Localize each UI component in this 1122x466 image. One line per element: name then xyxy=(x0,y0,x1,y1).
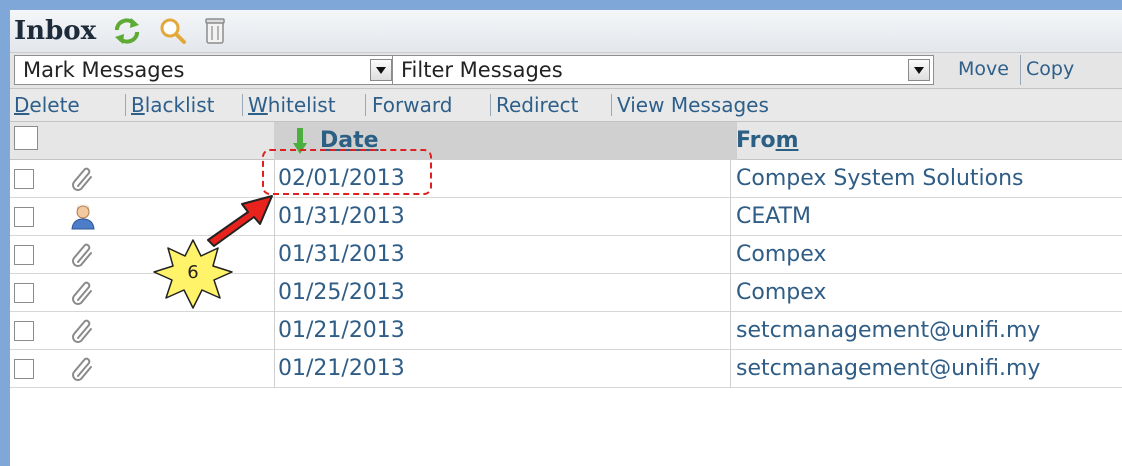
divider xyxy=(611,94,612,116)
copy-link[interactable]: Copy xyxy=(1026,57,1074,81)
divider xyxy=(365,94,366,116)
forward-link[interactable]: Forward xyxy=(372,89,452,121)
divider xyxy=(1020,55,1021,85)
refresh-icon[interactable] xyxy=(112,17,142,49)
row-checkbox[interactable] xyxy=(14,245,34,265)
chevron-down-icon[interactable] xyxy=(908,59,930,81)
filter-messages-value: Filter Messages xyxy=(401,58,563,82)
message-date[interactable]: 01/21/2013 xyxy=(278,312,405,350)
message-sender[interactable]: Compex xyxy=(736,236,826,274)
column-divider xyxy=(730,160,731,198)
step-number: 6 xyxy=(187,262,199,283)
row-checkbox[interactable] xyxy=(14,207,34,227)
column-divider xyxy=(274,350,275,388)
table-row[interactable]: 01/21/2013 setcmanagement@unifi.my xyxy=(10,350,1122,388)
move-link[interactable]: Move xyxy=(958,57,1009,81)
contact-icon xyxy=(70,204,96,230)
divider xyxy=(125,94,126,116)
search-icon[interactable] xyxy=(158,17,188,49)
trash-icon[interactable] xyxy=(204,17,226,49)
message-date[interactable]: 01/31/2013 xyxy=(278,236,405,274)
mark-messages-value: Mark Messages xyxy=(23,58,185,82)
highlight-box xyxy=(262,149,432,195)
column-divider xyxy=(730,274,731,312)
select-toolbar: Mark Messages Filter Messages Move Copy xyxy=(10,53,1122,89)
message-date[interactable]: 01/25/2013 xyxy=(278,274,405,312)
action-toolbar: Delete Blacklist Whitelist Forward Redir… xyxy=(10,89,1122,122)
message-sender[interactable]: Compex System Solutions xyxy=(736,160,1024,198)
row-checkbox[interactable] xyxy=(14,283,34,303)
table-row[interactable]: 02/01/2013 Compex System Solutions xyxy=(10,160,1122,198)
paperclip-icon xyxy=(70,280,96,306)
message-sender[interactable]: CEATM xyxy=(736,198,811,236)
chevron-down-icon[interactable] xyxy=(370,59,392,81)
message-date[interactable]: 01/21/2013 xyxy=(278,350,405,388)
whitelist-link[interactable]: Whitelist xyxy=(248,89,336,121)
divider xyxy=(242,94,243,116)
row-checkbox[interactable] xyxy=(14,169,34,189)
column-divider xyxy=(730,312,731,350)
mark-messages-select[interactable]: Mark Messages xyxy=(14,55,396,85)
whitelist-label: hitelist xyxy=(267,93,336,117)
message-date[interactable]: 01/31/2013 xyxy=(278,198,405,236)
table-row[interactable]: 01/31/2013 CEATM xyxy=(10,198,1122,236)
column-divider xyxy=(274,274,275,312)
title-bar: Inbox xyxy=(10,10,1122,53)
column-divider xyxy=(730,350,731,388)
delete-label: elete xyxy=(29,93,80,117)
filter-messages-select[interactable]: Filter Messages xyxy=(392,55,934,85)
page-title: Inbox xyxy=(14,16,97,46)
column-divider xyxy=(274,312,275,350)
paperclip-icon xyxy=(70,166,96,192)
from-header-mnemonic: m xyxy=(775,128,799,153)
row-checkbox[interactable] xyxy=(14,359,34,379)
view-messages-link[interactable]: View Messages xyxy=(617,89,769,121)
blacklist-mnemonic: B xyxy=(131,93,145,117)
select-all-checkbox[interactable] xyxy=(14,126,38,150)
paperclip-icon xyxy=(70,318,96,344)
redirect-link[interactable]: Redirect xyxy=(496,89,578,121)
column-divider xyxy=(730,198,731,236)
message-sender[interactable]: Compex xyxy=(736,274,826,312)
delete-mnemonic: D xyxy=(14,93,30,117)
column-divider xyxy=(730,236,731,274)
from-sort-link[interactable]: From xyxy=(736,122,799,160)
message-sender[interactable]: setcmanagement@unifi.my xyxy=(736,312,1040,350)
table-row[interactable]: 01/21/2013 setcmanagement@unifi.my xyxy=(10,312,1122,350)
divider xyxy=(490,94,491,116)
table-header: Date From xyxy=(10,122,1122,160)
row-checkbox[interactable] xyxy=(14,321,34,341)
message-sender[interactable]: setcmanagement@unifi.my xyxy=(736,350,1040,388)
whitelist-mnemonic: W xyxy=(248,93,268,117)
paperclip-icon xyxy=(70,356,96,382)
delete-link[interactable]: Delete xyxy=(14,89,80,121)
paperclip-icon xyxy=(70,242,96,268)
blacklist-label: lacklist xyxy=(144,93,215,117)
from-header-label: Fro xyxy=(736,128,776,153)
blacklist-link[interactable]: Blacklist xyxy=(131,89,215,121)
